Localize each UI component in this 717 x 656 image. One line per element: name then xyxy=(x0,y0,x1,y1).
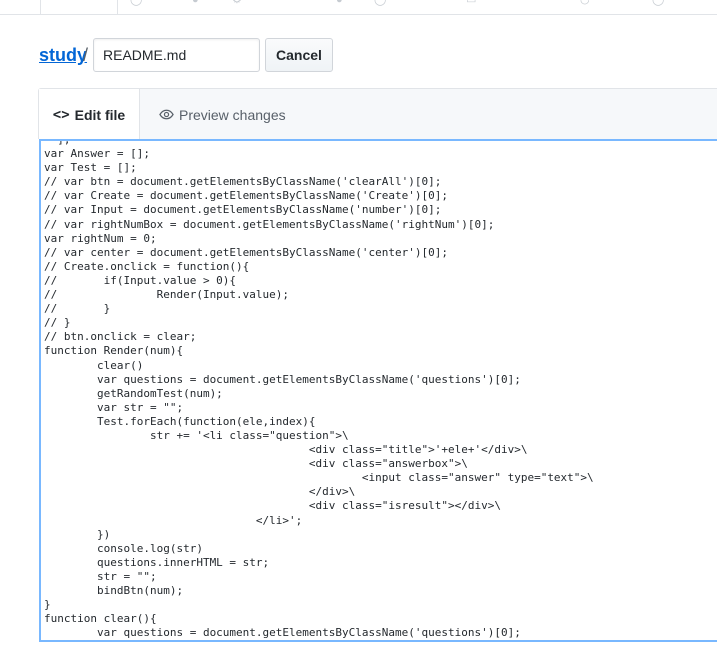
code-line: </div>\ xyxy=(44,485,356,499)
code-line: questions.innerHTML = str; xyxy=(44,555,270,569)
settings-icon[interactable]: ◯ xyxy=(652,0,666,6)
code-line: Test.forEach(function(ele,index){ xyxy=(44,414,316,428)
code-line: var Answer = []; xyxy=(44,147,150,161)
code-line: questions.innerHTML = ""; xyxy=(44,640,594,642)
security-icon[interactable]: ▭ xyxy=(466,0,480,6)
repo-name-link[interactable]: study xyxy=(39,45,87,66)
code-line: // var Input = document.getElementsByCla… xyxy=(44,203,442,217)
eye-icon xyxy=(159,109,174,120)
code-line: var str = ""; xyxy=(44,400,184,414)
code-line: // Render(Input.value); xyxy=(44,288,290,302)
repo-tab-code[interactable] xyxy=(40,0,118,14)
code-line: function Render(num){ xyxy=(44,344,184,358)
tab-edit-file[interactable]: <> Edit file xyxy=(39,89,140,140)
filename-input[interactable] xyxy=(93,38,260,72)
code-line: // var center = document.getElementsByCl… xyxy=(44,245,448,259)
code-line: // } xyxy=(44,302,111,316)
code-line: ], xyxy=(44,139,71,146)
code-line: // var btn = document.getElementsByClass… xyxy=(44,175,442,189)
code-line: // var rightNumBox = document.getElement… xyxy=(44,217,495,231)
insights-icon[interactable]: ◡ xyxy=(580,0,594,6)
tab-preview-changes-label: Preview changes xyxy=(179,106,286,123)
code-line: <input class="answer" type="text">\ xyxy=(44,471,594,485)
code-line: var questions = document.getElementsByCl… xyxy=(44,372,521,386)
code-line: getRandomTest(num); xyxy=(44,386,223,400)
code-line: <div class="isresult"></div>\ xyxy=(44,499,501,513)
editor-tab-bar: <> Edit file Preview changes xyxy=(38,88,717,140)
tab-edit-file-label: Edit file xyxy=(74,106,126,123)
path-separator: / xyxy=(83,45,89,65)
code-line: // Create.onclick = function(){ xyxy=(44,259,250,273)
code-line: var Test = []; xyxy=(44,161,137,175)
pull-request-icon[interactable]: ● xyxy=(192,0,206,6)
projects-icon[interactable]: ● xyxy=(336,0,350,6)
code-line: // } xyxy=(44,316,71,330)
cancel-button[interactable]: Cancel xyxy=(265,38,333,72)
code-line: }) xyxy=(44,527,111,541)
repo-nav-bar: ◯ ● ⚙ ● ◯ ▭ ◡ ◯ xyxy=(0,0,717,15)
code-line: <div class="title">'+ele+'</div>\ xyxy=(44,443,528,457)
code-line: // if(Input.value > 0){ xyxy=(44,273,237,287)
actions-icon[interactable]: ⚙ xyxy=(232,0,246,6)
code-line: <div class="answerbox">\ xyxy=(44,457,468,471)
tab-preview-changes[interactable]: Preview changes xyxy=(159,89,286,140)
code-line: bindBtn(num); xyxy=(44,584,184,597)
code-line: function clear(){ xyxy=(44,612,157,626)
code-line: str += '<li class="question">\ xyxy=(44,428,349,442)
wiki-icon[interactable]: ◯ xyxy=(374,0,388,6)
code-line: } xyxy=(44,598,51,612)
code-content[interactable]: ], var Answer = []; var Test = [];// var b… xyxy=(44,139,594,642)
code-editor[interactable]: ], var Answer = []; var Test = [];// var b… xyxy=(39,139,717,642)
code-line: str = ""; xyxy=(44,569,157,583)
code-line: // btn.onclick = clear; xyxy=(44,330,197,344)
code-line: clear() xyxy=(44,358,144,372)
code-line: console.log(str) xyxy=(44,541,203,555)
issues-icon[interactable]: ◯ xyxy=(130,0,144,6)
code-line: var questions = document.getElementsByCl… xyxy=(44,626,521,640)
code-line: </li>'; xyxy=(44,513,303,527)
code-line: // var Create = document.getElementsByCl… xyxy=(44,189,448,203)
code-line: var rightNum = 0; xyxy=(44,231,157,245)
code-icon: <> xyxy=(52,106,70,123)
